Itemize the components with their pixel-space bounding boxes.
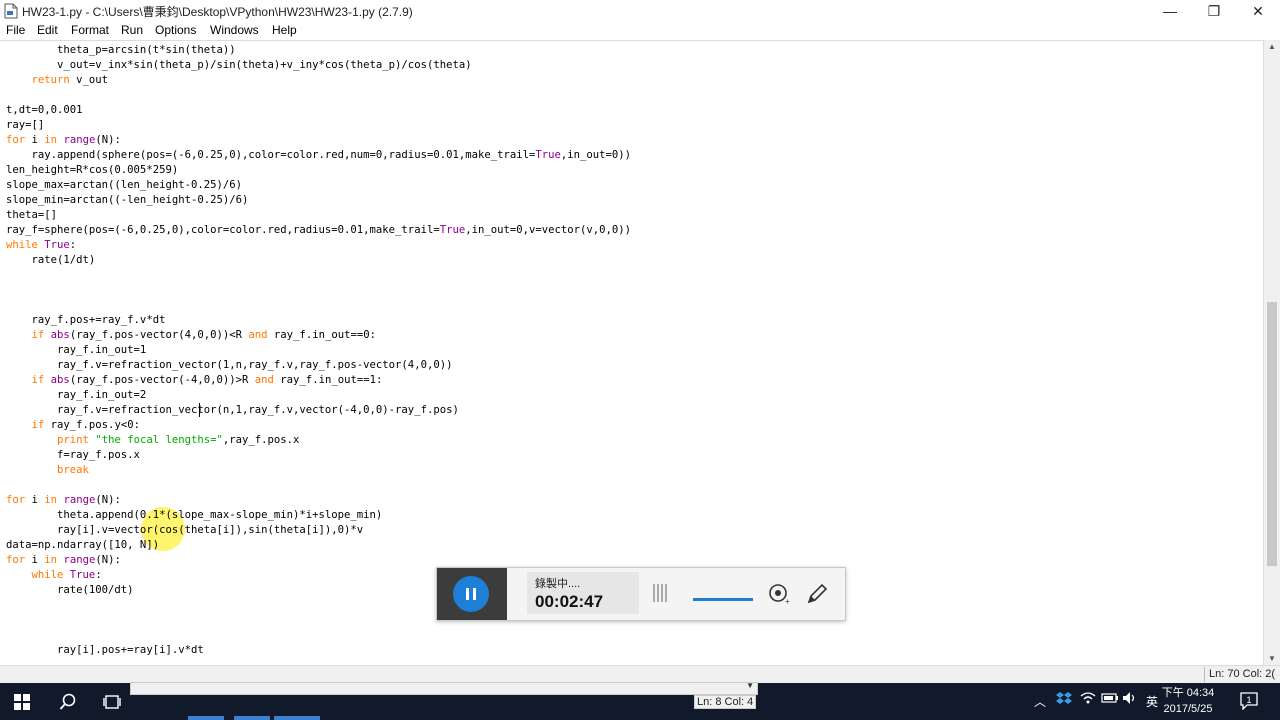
code-line[interactable]: t,dt=0,0.001 xyxy=(6,103,83,118)
pen-icon[interactable] xyxy=(805,582,829,606)
menu-options[interactable]: Options xyxy=(155,23,196,37)
ime-indicator[interactable]: 英 xyxy=(1146,693,1158,710)
code-line[interactable]: theta=[] xyxy=(6,208,57,223)
code-line[interactable]: f=ray_f.pos.x xyxy=(6,448,140,463)
code-line[interactable]: for i in range(N): xyxy=(6,133,121,148)
code-line[interactable]: data=np.ndarray([10, N]) xyxy=(6,538,159,553)
code-line[interactable]: if abs(ray_f.pos-vector(-4,0,0))>R and r… xyxy=(6,373,383,388)
scrollbar-thumb[interactable] xyxy=(1267,302,1277,566)
taskbar-app-indicator xyxy=(234,716,270,720)
code-line[interactable]: len_height=R*cos(0.005*259) xyxy=(6,163,178,178)
battery-icon[interactable] xyxy=(1101,691,1119,707)
pause-button[interactable] xyxy=(453,576,489,612)
clock[interactable]: 下午 04:34 2017/5/25 xyxy=(1160,685,1216,717)
task-view-button[interactable] xyxy=(90,683,134,720)
scroll-down-icon[interactable]: ▼ xyxy=(746,681,754,690)
volume-icon[interactable] xyxy=(1122,691,1138,708)
search-button[interactable] xyxy=(46,683,90,720)
dropbox-icon[interactable] xyxy=(1056,691,1072,708)
code-line[interactable]: return v_out xyxy=(6,73,109,88)
code-line[interactable]: if abs(ray_f.pos-vector(4,0,0))<R and ra… xyxy=(6,328,376,343)
code-line[interactable]: while True: xyxy=(6,238,76,253)
close-button[interactable]: ✕ xyxy=(1236,0,1280,22)
restore-button[interactable]: ❐ xyxy=(1192,0,1236,22)
recording-info: 錄製中.... 00:02:47 xyxy=(527,572,639,614)
pause-icon xyxy=(466,588,469,600)
code-line[interactable]: ray_f.v=refraction_vector(1,n,ray_f.v,ra… xyxy=(6,358,452,373)
windows-logo-icon xyxy=(14,693,30,710)
svg-text:1: 1 xyxy=(1246,695,1251,705)
menu-file[interactable]: File xyxy=(6,23,25,37)
code-line[interactable]: rate(1/dt) xyxy=(6,253,96,268)
menu-run[interactable]: Run xyxy=(121,23,143,37)
code-line[interactable]: ray_f=sphere(pos=(-6,0.25,0),color=color… xyxy=(6,223,631,238)
vertical-scrollbar[interactable]: ▲ ▼ xyxy=(1263,40,1280,665)
inner-line-col-indicator: Ln: 8 Col: 4 xyxy=(694,695,757,709)
clock-time: 下午 04:34 xyxy=(1161,687,1215,699)
code-line[interactable]: ray_f.in_out=1 xyxy=(6,343,146,358)
wifi-icon[interactable] xyxy=(1080,691,1096,708)
volume-slider[interactable] xyxy=(693,598,753,601)
recorder-control-area xyxy=(437,568,507,620)
screen-recorder-widget: 錄製中.... 00:02:47 + xyxy=(436,567,846,621)
chevron-up-icon[interactable]: ︿ xyxy=(1034,693,1046,710)
menu-format[interactable]: Format xyxy=(71,23,109,37)
horizontal-scrollbar[interactable]: ▼ xyxy=(130,681,758,695)
scroll-up-icon[interactable]: ▲ xyxy=(1268,42,1276,51)
search-icon xyxy=(59,693,76,710)
audio-level-icon xyxy=(653,584,673,604)
code-line[interactable]: ray[i].v=vector(cos(theta[i]),sin(theta[… xyxy=(6,523,363,538)
code-line[interactable]: ray_f.v=refraction_vector(n,1,ray_f.v,ve… xyxy=(6,403,459,418)
code-line[interactable]: v_out=v_inx*sin(theta_p)/sin(theta)+v_in… xyxy=(6,58,472,73)
taskbar-app-indicator xyxy=(274,716,320,720)
task-view-icon xyxy=(103,694,121,709)
webcam-icon[interactable]: + xyxy=(767,582,791,606)
code-line[interactable]: for i in range(N): xyxy=(6,493,121,508)
code-line[interactable]: theta.append(0.1*(slope_max-slope_min)*i… xyxy=(6,508,382,523)
title-bar: HW23-1.py - C:\Users\曹秉鈞\Desktop\VPython… xyxy=(0,0,1280,22)
code-line[interactable]: ray.append(sphere(pos=(-6,0.25,0),color=… xyxy=(6,148,632,163)
code-line[interactable]: ray_f.pos+=ray_f.v*dt xyxy=(6,313,166,328)
code-line[interactable]: while True: xyxy=(6,568,102,583)
code-line[interactable]: for i in range(N): xyxy=(6,553,121,568)
start-button[interactable] xyxy=(0,683,44,720)
code-line[interactable]: print "the focal lengths=",ray_f.pos.x xyxy=(6,433,299,448)
menu-help[interactable]: Help xyxy=(272,23,297,37)
svg-text:+: + xyxy=(785,597,790,606)
window-title: HW23-1.py - C:\Users\曹秉鈞\Desktop\VPython… xyxy=(22,5,413,19)
minimize-button[interactable]: — xyxy=(1148,0,1192,22)
code-line[interactable]: ray[i].pos+=ray[i].v*dt xyxy=(6,643,204,658)
code-line[interactable]: ray_f.in_out=2 xyxy=(6,388,146,403)
code-line[interactable]: ray=[] xyxy=(6,118,44,133)
code-line[interactable]: break xyxy=(6,463,89,478)
taskbar-app-indicator xyxy=(188,716,224,720)
recording-status: 錄製中.... xyxy=(535,578,581,590)
recording-time: 00:02:47 xyxy=(535,592,604,611)
code-line[interactable]: rate(100/dt) xyxy=(6,583,134,598)
code-line[interactable]: if ray_f.pos.y<0: xyxy=(6,418,140,433)
code-line[interactable]: theta_p=arcsin(t*sin(theta)) xyxy=(6,43,236,58)
scroll-down-icon[interactable]: ▼ xyxy=(1268,654,1276,663)
line-col-indicator: Ln: 70 Col: 2( xyxy=(1204,667,1276,682)
code-line[interactable]: slope_min=arctan((-len_height-0.25)/6) xyxy=(6,193,248,208)
python-file-icon xyxy=(4,3,18,19)
clock-date: 2017/5/25 xyxy=(1163,703,1213,715)
menu-bar: File Edit Format Run Options Windows Hel… xyxy=(0,22,1280,40)
menu-edit[interactable]: Edit xyxy=(37,23,58,37)
menu-windows[interactable]: Windows xyxy=(210,23,259,37)
code-line[interactable]: slope_max=arctan((len_height-0.25)/6) xyxy=(6,178,242,193)
pause-icon xyxy=(473,588,476,600)
notification-icon[interactable]: 1 xyxy=(1240,692,1258,713)
